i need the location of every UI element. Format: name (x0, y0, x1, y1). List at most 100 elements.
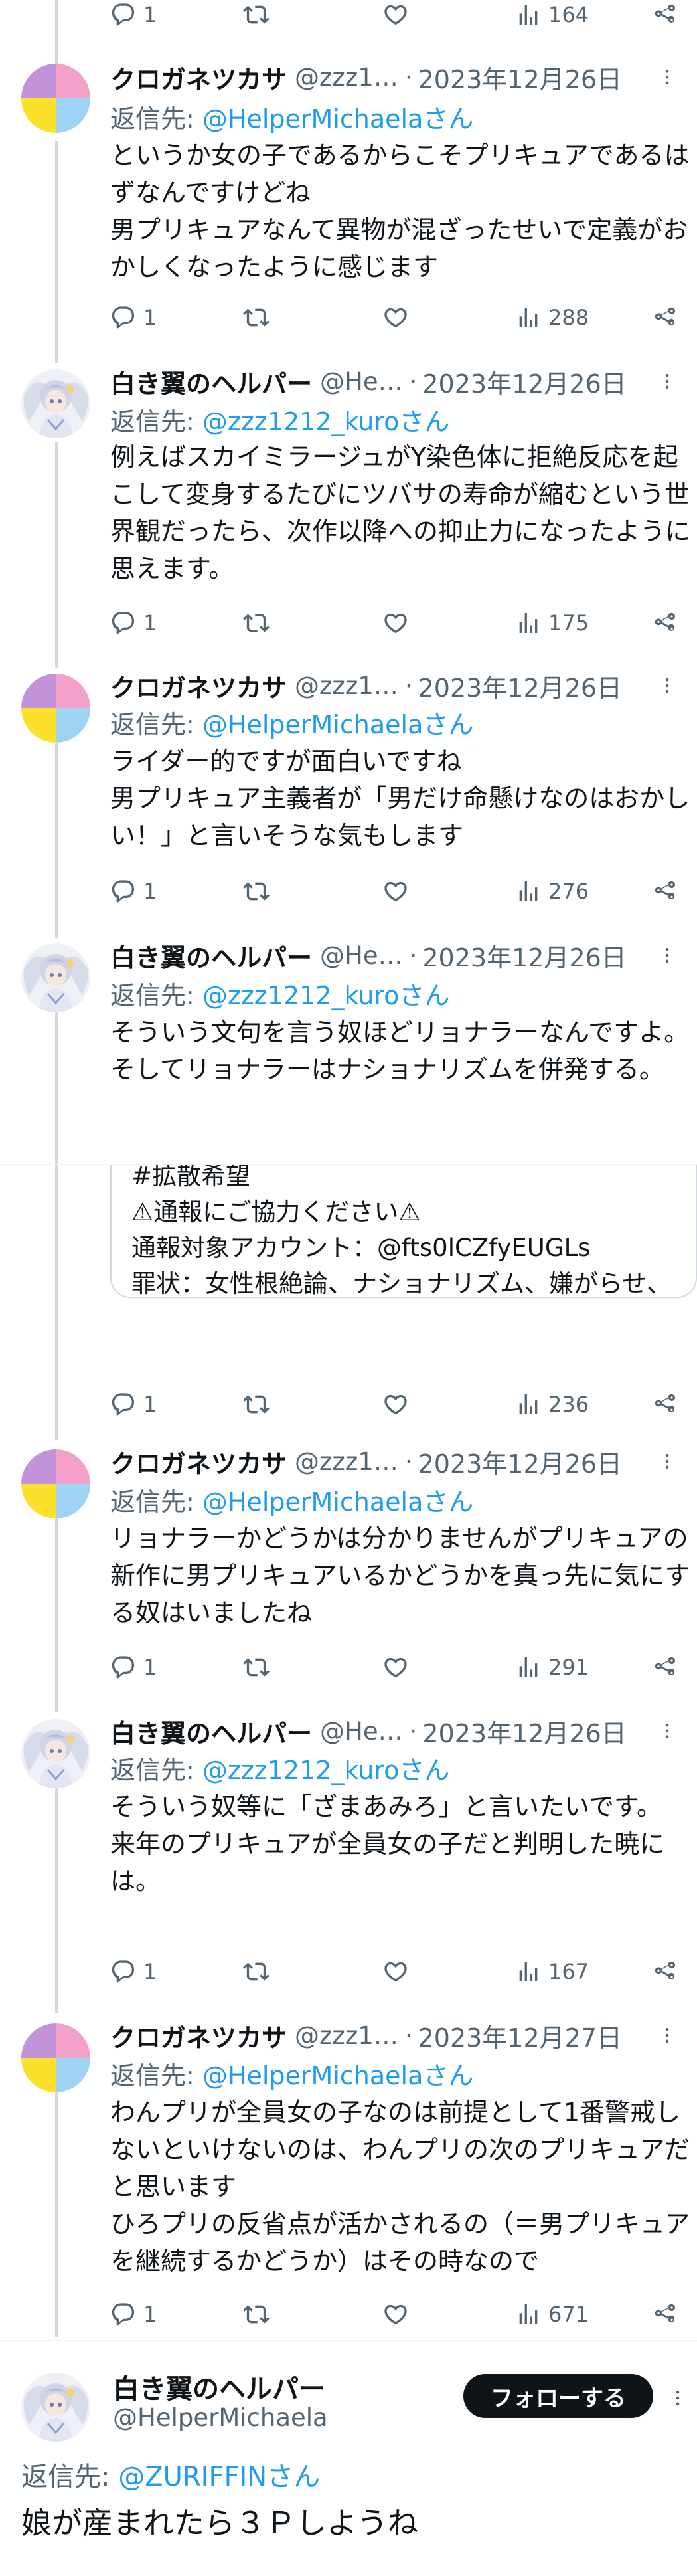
separator-dot: · (404, 671, 413, 700)
reply-target-link[interactable]: @zzz1212_kuroさん (202, 1756, 450, 1785)
share-button[interactable] (652, 873, 678, 910)
user-handle[interactable]: @He… (320, 941, 403, 970)
tweet[interactable]: クロガネツカサ @zzz1… · 2023年12月26日 返信先: @Helpe… (0, 58, 697, 351)
reply-target-link[interactable]: @ZURIFFINさん (118, 2462, 320, 2492)
like-button[interactable] (382, 1386, 409, 1423)
display-name[interactable]: 白き翼のヘルパー (110, 937, 312, 974)
retweet-button[interactable] (243, 1386, 270, 1423)
tweet-date[interactable]: 2023年12月26日 (418, 668, 622, 704)
reply-button[interactable]: 1 (110, 1386, 157, 1423)
tweet[interactable]: 白き翼のヘルパー @He… · 2023年12月26日 返信先: @zzz121… (0, 363, 697, 655)
like-button[interactable] (382, 1649, 409, 1686)
tweet[interactable]: クロガネツカサ @zzz1… · 2023年12月26日 返信先: @Helpe… (0, 1443, 697, 1708)
user-handle[interactable]: @He… (320, 367, 403, 396)
views-button[interactable]: 167 (515, 1953, 589, 1990)
user-handle[interactable]: @HelperMichaela (113, 2403, 328, 2432)
tweet[interactable]: 白き翼のヘルパー @He… · 2023年12月26日 返信先: @zzz121… (0, 1712, 697, 2005)
tweet[interactable]: クロガネツカサ @zzz1… · 2023年12月27日 返信先: @Helpe… (0, 2017, 697, 2336)
follow-button[interactable]: フォローする (463, 2374, 653, 2418)
more-icon[interactable] (657, 937, 677, 974)
tweet-date[interactable]: 2023年12月26日 (418, 1443, 622, 1480)
views-button[interactable]: 276 (515, 873, 589, 910)
views-button[interactable]: 164 (515, 0, 589, 29)
reply-button[interactable]: 1 (110, 1953, 157, 1990)
user-handle[interactable]: @zzz1… (295, 672, 398, 700)
tweet-date[interactable]: 2023年12月26日 (418, 59, 622, 96)
reply-target-link[interactable]: @HelperMichaelaさん (202, 1487, 473, 1517)
reply-context: 返信先: @ZURIFFINさん (21, 2462, 321, 2492)
avatar[interactable] (21, 674, 90, 743)
share-button[interactable] (652, 299, 678, 336)
reply-button[interactable]: 1 (110, 0, 157, 29)
like-button[interactable] (382, 873, 409, 910)
share-button[interactable] (652, 0, 678, 29)
retweet-button[interactable] (243, 299, 270, 336)
reply-target-link[interactable]: @HelperMichaelaさん (202, 104, 473, 134)
reply-button[interactable]: 1 (110, 2296, 157, 2333)
reply-button[interactable]: 1 (110, 604, 157, 642)
retweet-button[interactable] (243, 0, 276, 29)
reply-button[interactable]: 1 (110, 299, 157, 336)
user-handle[interactable]: @zzz1… (295, 63, 398, 92)
display-name[interactable]: 白き翼のヘルパー (113, 2367, 325, 2406)
display-name[interactable]: クロガネツカサ (110, 2017, 287, 2054)
tweet-actions: 1 164 (110, 0, 688, 29)
user-handle[interactable]: @zzz1… (295, 2021, 398, 2050)
display-name[interactable]: クロガネツカサ (110, 1443, 287, 1480)
share-button[interactable] (652, 1953, 678, 1990)
user-handle[interactable]: @He… (320, 1717, 403, 1746)
avatar[interactable] (21, 64, 90, 133)
like-button[interactable] (382, 2296, 409, 2333)
avatar[interactable] (21, 369, 90, 438)
tweet-date[interactable]: 2023年12月27日 (418, 2017, 622, 2054)
more-icon[interactable] (657, 1443, 677, 1480)
views-button[interactable]: 291 (515, 1649, 589, 1686)
reply-target-link[interactable]: @HelperMichaelaさん (202, 710, 473, 739)
tweet[interactable]: 白き翼のヘルパー @He… · 2023年12月26日 返信先: @zzz121… (0, 937, 697, 1441)
share-button[interactable] (652, 2296, 678, 2333)
avatar[interactable] (21, 1719, 90, 1788)
tweet-date[interactable]: 2023年12月26日 (422, 1713, 626, 1750)
reply-target-link[interactable]: @zzz1212_kuroさん (202, 981, 450, 1010)
display-name[interactable]: クロガネツカサ (110, 668, 287, 704)
display-name[interactable]: 白き翼のヘルパー (110, 1713, 312, 1750)
avatar[interactable] (21, 1449, 90, 1518)
views-button[interactable]: 671 (515, 2296, 589, 2333)
reply-target-link[interactable]: @zzz1212_kuroさん (202, 407, 450, 436)
like-button[interactable] (382, 299, 409, 336)
quoted-tweet-card[interactable]: #拡散希望 ⚠通報にご協力ください⚠ 通報対象アカウント：@fts0lCZfyE… (110, 1165, 697, 1298)
tweet-date[interactable]: 2023年12月26日 (422, 363, 626, 400)
reply-button[interactable]: 1 (110, 873, 157, 910)
like-button[interactable] (382, 0, 416, 29)
share-button[interactable] (652, 1649, 678, 1686)
views-button[interactable]: 288 (515, 299, 589, 336)
display-name[interactable]: クロガネツカサ (110, 59, 287, 96)
tweet[interactable]: クロガネツカサ @zzz1… · 2023年12月26日 返信先: @Helpe… (0, 667, 697, 933)
display-name[interactable]: 白き翼のヘルパー (110, 363, 312, 400)
more-icon[interactable] (657, 58, 677, 96)
more-icon[interactable] (657, 2017, 677, 2054)
avatar[interactable] (21, 2023, 90, 2092)
more-icon[interactable] (657, 1712, 677, 1750)
user-handle[interactable]: @zzz1… (295, 1447, 398, 1476)
reply-button[interactable]: 1 (110, 1649, 157, 1686)
like-button[interactable] (382, 1953, 409, 1990)
share-button[interactable] (652, 604, 678, 642)
views-button[interactable]: 236 (515, 1386, 589, 1423)
more-icon[interactable] (657, 363, 677, 400)
more-icon[interactable] (668, 2379, 688, 2417)
reply-context: 返信先: @HelperMichaelaさん (110, 104, 474, 134)
avatar[interactable] (21, 2373, 90, 2442)
views-button[interactable]: 175 (515, 604, 589, 642)
retweet-button[interactable] (243, 2296, 270, 2333)
more-icon[interactable] (657, 667, 677, 704)
share-button[interactable] (652, 1386, 678, 1423)
retweet-button[interactable] (243, 1953, 270, 1990)
avatar[interactable] (21, 943, 90, 1012)
like-button[interactable] (382, 604, 409, 642)
retweet-button[interactable] (243, 873, 270, 910)
reply-target-link[interactable]: @HelperMichaelaさん (202, 2061, 473, 2090)
tweet-date[interactable]: 2023年12月26日 (422, 937, 626, 974)
retweet-button[interactable] (243, 1649, 270, 1686)
retweet-button[interactable] (243, 604, 270, 642)
